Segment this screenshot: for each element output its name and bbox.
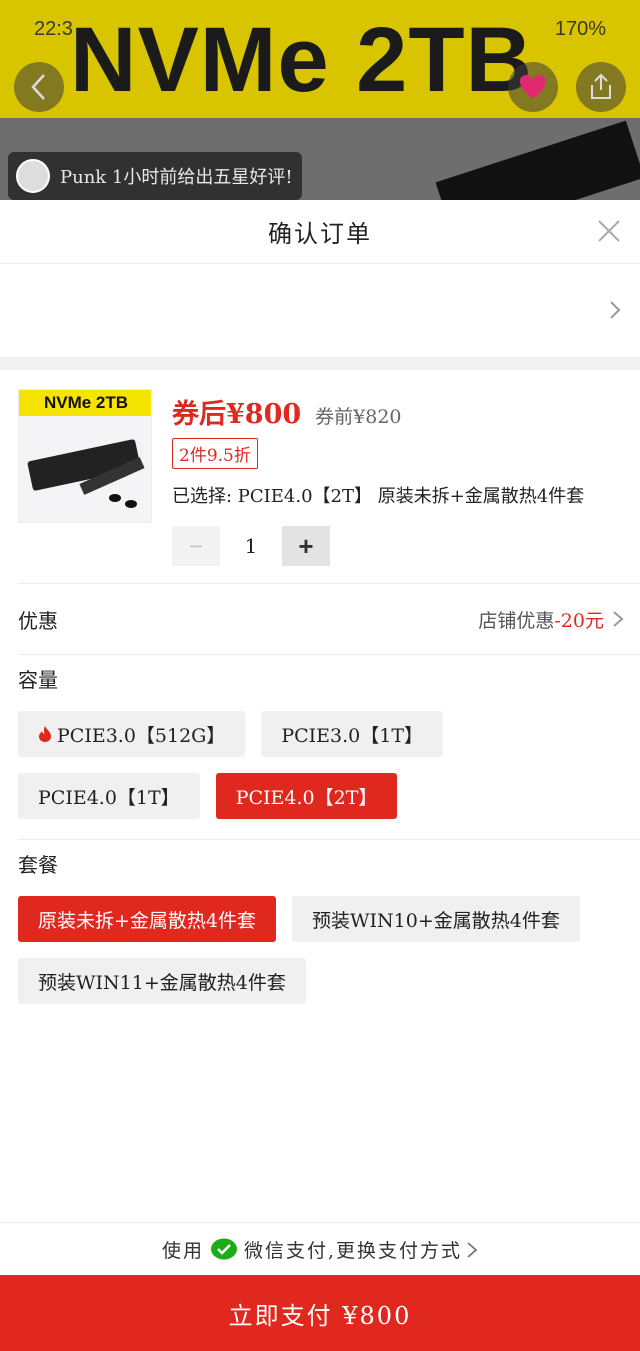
promo-value-prefix: 店铺优惠 [478, 609, 555, 632]
section-separator [0, 357, 640, 370]
promo-value: 店铺优惠-20元 [478, 606, 604, 633]
product-thumbnail: NVMe 2TB [18, 389, 152, 523]
package-options: 原装未拆+金属散热4件套 预装WIN10+金属散热4件套 预装WIN11+金属散… [18, 886, 640, 1010]
package-option[interactable]: 预装WIN11+金属散热4件套 [18, 958, 306, 1004]
capacity-option-selected[interactable]: PCIE4.0【2T】 [215, 773, 398, 819]
review-toast: Punk 1小时前给出五星好评! [8, 152, 302, 200]
capacity-title: 容量 [18, 668, 58, 692]
heart-icon [520, 75, 546, 99]
package-section: 套餐 原装未拆+金属散热4件套 预装WIN10+金属散热4件套 预装WIN11+… [18, 840, 640, 1010]
flame-icon [39, 726, 51, 742]
chevron-right-icon [610, 301, 621, 319]
capacity-option[interactable]: PCIE3.0【1T】 [261, 711, 444, 757]
package-option[interactable]: 预装WIN10+金属散热4件套 [292, 896, 580, 942]
close-icon[interactable] [596, 218, 622, 244]
share-icon [591, 73, 611, 99]
pad-image [125, 500, 137, 508]
promo-row[interactable]: 优惠 店铺优惠-20元 [18, 584, 640, 655]
quantity-value: 1 [244, 534, 258, 558]
avatar [16, 159, 50, 193]
capacity-options: PCIE3.0【512G】 PCIE3.0【1T】 PCIE4.0【1T】 PC… [18, 701, 640, 825]
price-block: 券后¥800 券前¥820 [172, 392, 402, 431]
share-button[interactable] [576, 62, 626, 112]
promo-label: 优惠 [18, 608, 58, 633]
package-title: 套餐 [18, 853, 58, 877]
chevron-right-icon [613, 611, 624, 627]
pad-image [109, 494, 121, 502]
price-after-coupon: 券后¥800 [172, 399, 302, 430]
quantity-stepper: − 1 + [172, 526, 330, 566]
price-before-coupon: 券前¥820 [315, 406, 402, 428]
payment-method: 微信支付,更换支付方式 [243, 1240, 463, 1262]
product-page-background: NVMe 2TB 22:3 170% Punk 1小时前给出五星好评! [0, 0, 640, 200]
selected-spec: 已选择: PCIE4.0【2T】 原装未拆+金属散热4件套 [172, 486, 585, 507]
status-battery: 170% [554, 18, 606, 40]
capacity-section: 容量 PCIE3.0【512G】 PCIE3.0【1T】 PCIE4.0【1T】… [18, 655, 640, 825]
capacity-option[interactable]: PCIE3.0【512G】 [18, 711, 246, 757]
chevron-left-icon [31, 74, 45, 100]
status-time: 22:3 [34, 18, 73, 40]
favorite-button[interactable] [508, 62, 558, 112]
package-option-selected[interactable]: 原装未拆+金属散热4件套 [18, 896, 277, 942]
decrease-button[interactable]: − [172, 526, 220, 566]
toast-text: Punk 1小时前给出五星好评! [60, 167, 293, 188]
back-button[interactable] [14, 62, 64, 112]
capacity-option[interactable]: PCIE4.0【1T】 [18, 773, 200, 819]
increase-button[interactable]: + [282, 526, 330, 566]
capacity-option-label: PCIE3.0【512G】 [57, 724, 226, 747]
address-row[interactable] [0, 264, 640, 357]
sheet-title: 确认订单 [268, 220, 372, 248]
promo-amount: -20元 [554, 609, 604, 632]
payment-prefix: 使用 [161, 1240, 204, 1262]
confirm-order-sheet: 确认订单 NVMe 2TB 券后¥800 券前¥820 2件9.5折 已选择: … [0, 200, 640, 1351]
chevron-right-icon [467, 1241, 478, 1258]
payment-method-row[interactable]: 使用 微信支付,更换支付方式 [0, 1222, 640, 1276]
status-bar: 22:3 170% [0, 14, 640, 48]
discount-badge: 2件9.5折 [172, 438, 258, 469]
sheet-header: 确认订单 [0, 200, 640, 264]
wechat-pay-icon [210, 1238, 237, 1259]
pay-now-button[interactable]: 立即支付 ¥800 [0, 1275, 640, 1351]
thumbnail-label: NVMe 2TB [19, 390, 151, 416]
product-summary: NVMe 2TB 券后¥800 券前¥820 2件9.5折 已选择: PCIE4… [18, 370, 640, 584]
